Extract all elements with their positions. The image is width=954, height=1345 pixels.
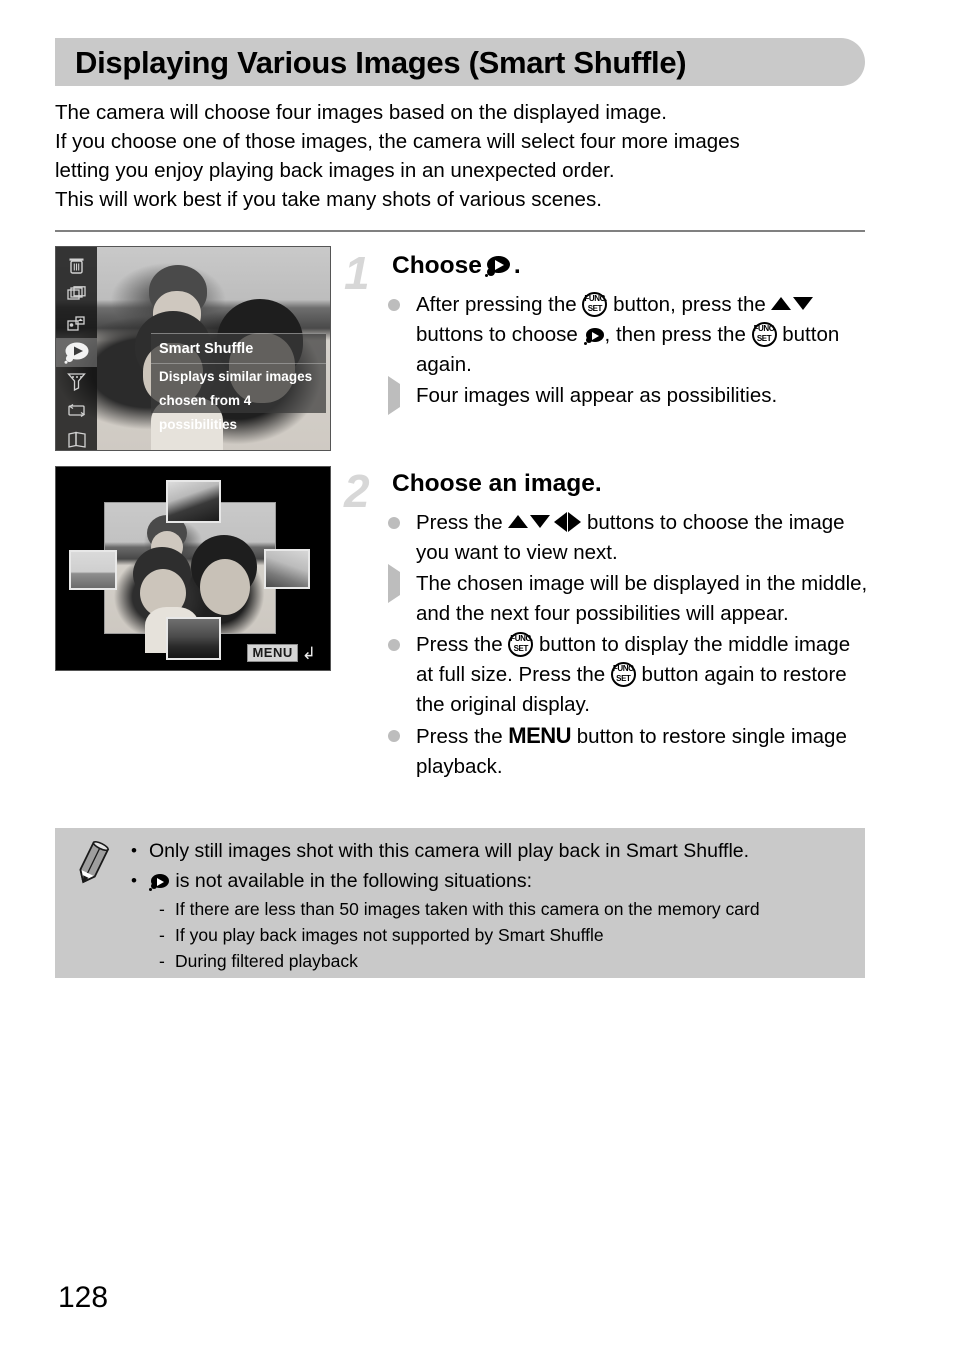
bullet-triangle-icon — [388, 376, 400, 415]
step-heading-text: Choose — [392, 252, 482, 279]
func-menu-sidebar — [56, 247, 97, 450]
func-set-button-icon: FUNC. SET — [508, 632, 534, 657]
photo-subject — [200, 559, 250, 615]
up-button-icon — [508, 515, 529, 528]
filter-playback-icon[interactable] — [56, 367, 97, 396]
thumbnail-top[interactable] — [166, 480, 221, 523]
menu-button-label: MENU — [247, 644, 298, 662]
smart-shuffle-icon — [583, 328, 605, 345]
down-button-icon — [793, 297, 814, 310]
text-segment: Press the — [416, 633, 509, 656]
bullet-icon: • — [131, 871, 137, 890]
smart-shuffle-icon — [149, 874, 170, 891]
step-number: 1 — [344, 247, 370, 299]
func-set-button-icon: FUNC. SET — [582, 292, 608, 317]
func-menu-selected-title: Smart Shuffle — [151, 333, 326, 363]
text-segment: The chosen image will be displayed in th… — [416, 572, 868, 625]
instruction-item: After pressing the FUNC. SET button, pres… — [388, 290, 870, 380]
func-set-button-icon: FUNC. SET — [610, 662, 636, 687]
photobook-icon[interactable] — [56, 425, 97, 454]
step-heading: Choose . — [392, 250, 521, 282]
smart-shuffle-icon — [484, 255, 511, 277]
note-subitem: - During filtered playback — [127, 948, 852, 974]
bullet-dot-icon — [388, 630, 400, 660]
text-segment: Press the — [416, 725, 509, 748]
note-subitem: - If there are less than 50 images taken… — [127, 896, 852, 922]
text-segment: During filtered playback — [175, 951, 358, 971]
manual-page: Displaying Various Images (Smart Shuffle… — [0, 0, 954, 1345]
result-item: Four images will appear as possibilities… — [388, 376, 870, 415]
bullet-dot-icon — [388, 721, 400, 751]
menu-button-icon: MENU — [508, 723, 572, 748]
note-bullet: • is not available in the following situ… — [127, 866, 852, 896]
return-arrow-icon: ↲ — [301, 643, 316, 663]
page-title: Displaying Various Images (Smart Shuffle… — [75, 45, 687, 80]
bullet-triangle-icon — [388, 564, 400, 603]
page-number: 128 — [58, 1281, 109, 1314]
slideshow-icon[interactable] — [56, 280, 97, 309]
text-segment: , then press the — [604, 323, 752, 346]
thumbnail-right[interactable] — [264, 549, 310, 589]
step-heading-suffix: . — [513, 252, 521, 279]
text-segment: Four images will appear as possibilities… — [416, 384, 778, 407]
intro-line: letting you enjoy playing back images in… — [55, 159, 615, 182]
func-menu-description: Displays similar images chosen from 4 po… — [151, 363, 326, 432]
instruction-item: Press the buttons to choose the image yo… — [388, 508, 870, 568]
screenshot-func-menu: Smart Shuffle Displays similar images ch… — [55, 246, 331, 451]
notes-content: • Only still images shot with this camer… — [127, 836, 852, 974]
dash-icon: - — [159, 899, 165, 919]
text-segment: After pressing the — [416, 293, 583, 316]
dash-icon: - — [159, 925, 165, 945]
text-segment: If there are less than 50 images taken w… — [175, 899, 760, 919]
text-segment: Only still images shot with this camera … — [149, 840, 750, 862]
thumbnail-left[interactable] — [69, 550, 117, 590]
menu-return-indicator: MENU ↲ — [247, 644, 316, 662]
pencil-icon — [70, 840, 114, 888]
group-images-icon[interactable] — [56, 309, 97, 338]
divider — [55, 230, 865, 232]
note-subitem: - If you play back images not supported … — [127, 922, 852, 948]
up-button-icon — [771, 297, 792, 310]
intro-line: This will work best if you take many sho… — [55, 188, 602, 211]
right-button-icon — [568, 512, 582, 532]
description-line: chosen from 4 possibilities — [159, 393, 252, 432]
note-bullet: • Only still images shot with this camer… — [127, 836, 852, 866]
instruction-item: Press the MENU button to restore single … — [388, 721, 870, 782]
smart-shuffle-icon[interactable] — [56, 338, 97, 367]
instruction-item: Press the FUNC. SET button to display the… — [388, 630, 870, 720]
result-item: The chosen image will be displayed in th… — [388, 564, 870, 629]
text-segment: buttons to choose — [416, 323, 584, 346]
dash-icon: - — [159, 951, 165, 971]
func-set-button-icon: FUNC. SET — [751, 322, 777, 347]
down-button-icon — [530, 515, 551, 528]
step-number: 2 — [344, 465, 370, 517]
step-body: After pressing the FUNC. SET button, pres… — [388, 290, 870, 415]
text-segment: Press the — [416, 511, 509, 534]
bullet-icon: • — [131, 841, 137, 860]
intro-paragraph: The camera will choose four images based… — [55, 98, 885, 214]
intro-line: If you choose one of those images, the c… — [55, 130, 740, 153]
step-heading-text: Choose an image. — [392, 470, 602, 497]
notes-box: • Only still images shot with this camer… — [55, 828, 865, 978]
thumbnail-bottom[interactable] — [166, 617, 221, 660]
rotate-icon[interactable] — [56, 396, 97, 425]
text-segment: button, press the — [607, 293, 772, 316]
intro-line: The camera will choose four images based… — [55, 101, 667, 124]
text-segment: is not available in the following situat… — [170, 870, 533, 892]
left-button-icon — [554, 512, 568, 532]
screenshot-smart-shuffle-view: MENU ↲ — [55, 466, 331, 671]
bullet-dot-icon — [388, 290, 400, 320]
trash-icon[interactable] — [56, 251, 97, 280]
text-segment: If you play back images not supported by… — [175, 925, 604, 945]
step-body: Press the buttons to choose the image yo… — [388, 508, 870, 783]
step-heading: Choose an image. — [392, 468, 602, 500]
description-line: Displays similar images — [159, 369, 313, 384]
bullet-dot-icon — [388, 508, 400, 538]
